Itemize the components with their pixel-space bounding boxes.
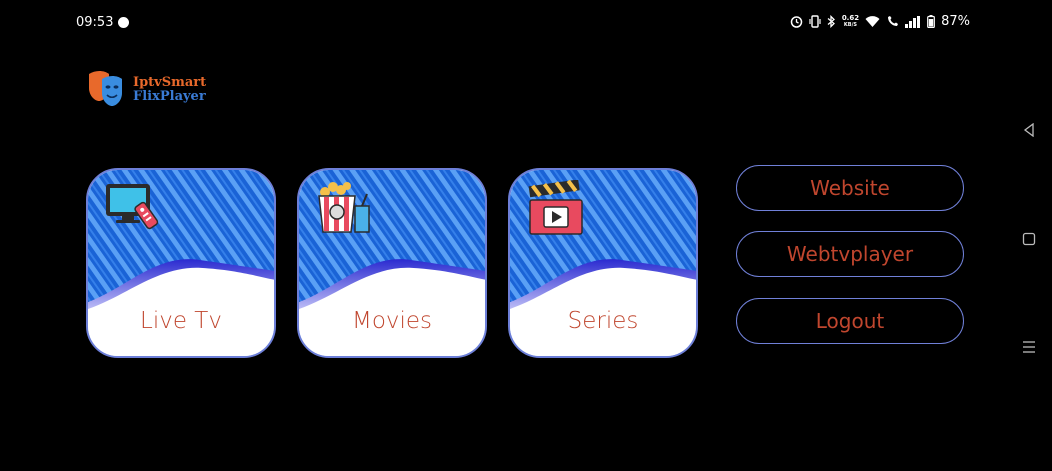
- webtvplayer-button[interactable]: Webtvplayer: [736, 231, 964, 277]
- net-speed-value: 0.62: [841, 13, 860, 22]
- clapperboard-icon: [528, 180, 583, 235]
- popcorn-icon: [318, 182, 370, 233]
- logo-line1: IptvSmart: [133, 75, 207, 90]
- status-icons: 0.62 KB/S 87%: [790, 14, 970, 29]
- tile-live-tv[interactable]: Live Tv: [86, 168, 276, 358]
- logout-button[interactable]: Logout: [736, 298, 964, 344]
- tile-label: Movies: [351, 308, 433, 334]
- logo-line2: FlixPlayer: [133, 89, 206, 104]
- theater-mask-icon: [89, 71, 122, 106]
- status-time: 09:53: [76, 15, 114, 30]
- battery-icon: [927, 15, 935, 28]
- app-logo: IptvSmart FlixPlayer: [86, 68, 206, 112]
- network-speed: 0.62 KB/S: [841, 13, 860, 29]
- back-icon[interactable]: [1022, 123, 1036, 137]
- battery-percent: 87%: [941, 14, 970, 29]
- notification-icon: [118, 17, 129, 28]
- alarm-icon: [790, 16, 803, 28]
- tile-label: Series: [567, 308, 639, 334]
- tile-series[interactable]: Series: [508, 168, 698, 358]
- recents-icon[interactable]: [1022, 340, 1036, 354]
- home-icon[interactable]: [1022, 232, 1036, 246]
- wifi-calling-icon: [888, 16, 899, 26]
- tile-movies[interactable]: Movies: [297, 168, 487, 358]
- wifi-icon: [865, 15, 880, 27]
- net-speed-unit: KB/S: [843, 21, 858, 28]
- tv-remote-icon: [106, 184, 159, 230]
- tile-label: Live Tv: [140, 308, 222, 334]
- bluetooth-icon: [827, 15, 835, 28]
- website-button[interactable]: Website: [736, 165, 964, 211]
- signal-icon: [905, 15, 921, 28]
- vibrate-icon: [809, 15, 821, 28]
